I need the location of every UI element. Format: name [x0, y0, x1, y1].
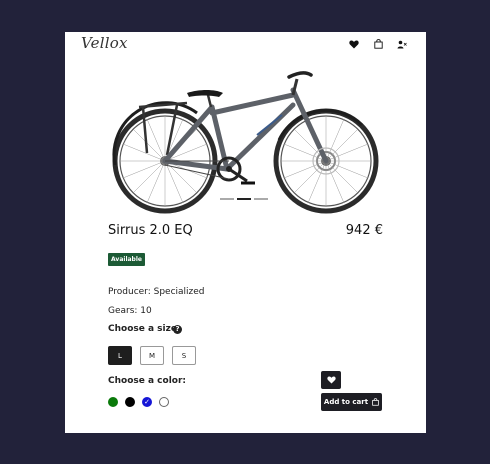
size-label: Choose a size: [108, 324, 181, 334]
color-selector: ✓ [108, 397, 169, 407]
size-selector: L M S [108, 346, 196, 365]
carousel-dot[interactable] [254, 198, 268, 200]
image-carousel-indicators [220, 198, 268, 200]
add-to-cart-button[interactable]: Add to cart [321, 393, 382, 411]
user-icon[interactable] [396, 38, 408, 50]
availability-badge: Available [108, 253, 145, 266]
color-option-green[interactable] [108, 397, 118, 407]
heart-icon [326, 376, 336, 384]
carousel-dot-active[interactable] [237, 198, 251, 200]
color-option-white[interactable] [159, 397, 169, 407]
header-icons [348, 38, 408, 50]
product-price: 942 € [345, 223, 383, 238]
gears-text: Gears: 10 [108, 306, 152, 316]
color-option-blue[interactable]: ✓ [142, 397, 152, 407]
help-icon[interactable]: ? [173, 325, 182, 334]
size-option-s[interactable]: S [172, 346, 196, 365]
checkmark-icon: ✓ [144, 398, 150, 406]
size-option-m[interactable]: M [140, 346, 164, 365]
add-to-wishlist-button[interactable] [321, 371, 341, 389]
carousel-dot[interactable] [220, 198, 234, 200]
color-option-black[interactable] [125, 397, 135, 407]
product-card: Vellox Sirrus 2.0 EQ 942 € Available Pro… [65, 32, 426, 433]
color-label: Choose a color: [108, 376, 187, 386]
producer-text: Producer: Specialized [108, 287, 205, 297]
product-image[interactable] [107, 65, 383, 215]
brand-logo[interactable]: Vellox [81, 34, 128, 52]
size-option-l[interactable]: L [108, 346, 132, 365]
shopping-bag-icon [372, 398, 379, 406]
heart-icon[interactable] [348, 38, 360, 50]
product-name: Sirrus 2.0 EQ [108, 223, 193, 238]
add-to-cart-label: Add to cart [323, 398, 369, 406]
shopping-bag-icon[interactable] [372, 38, 384, 50]
